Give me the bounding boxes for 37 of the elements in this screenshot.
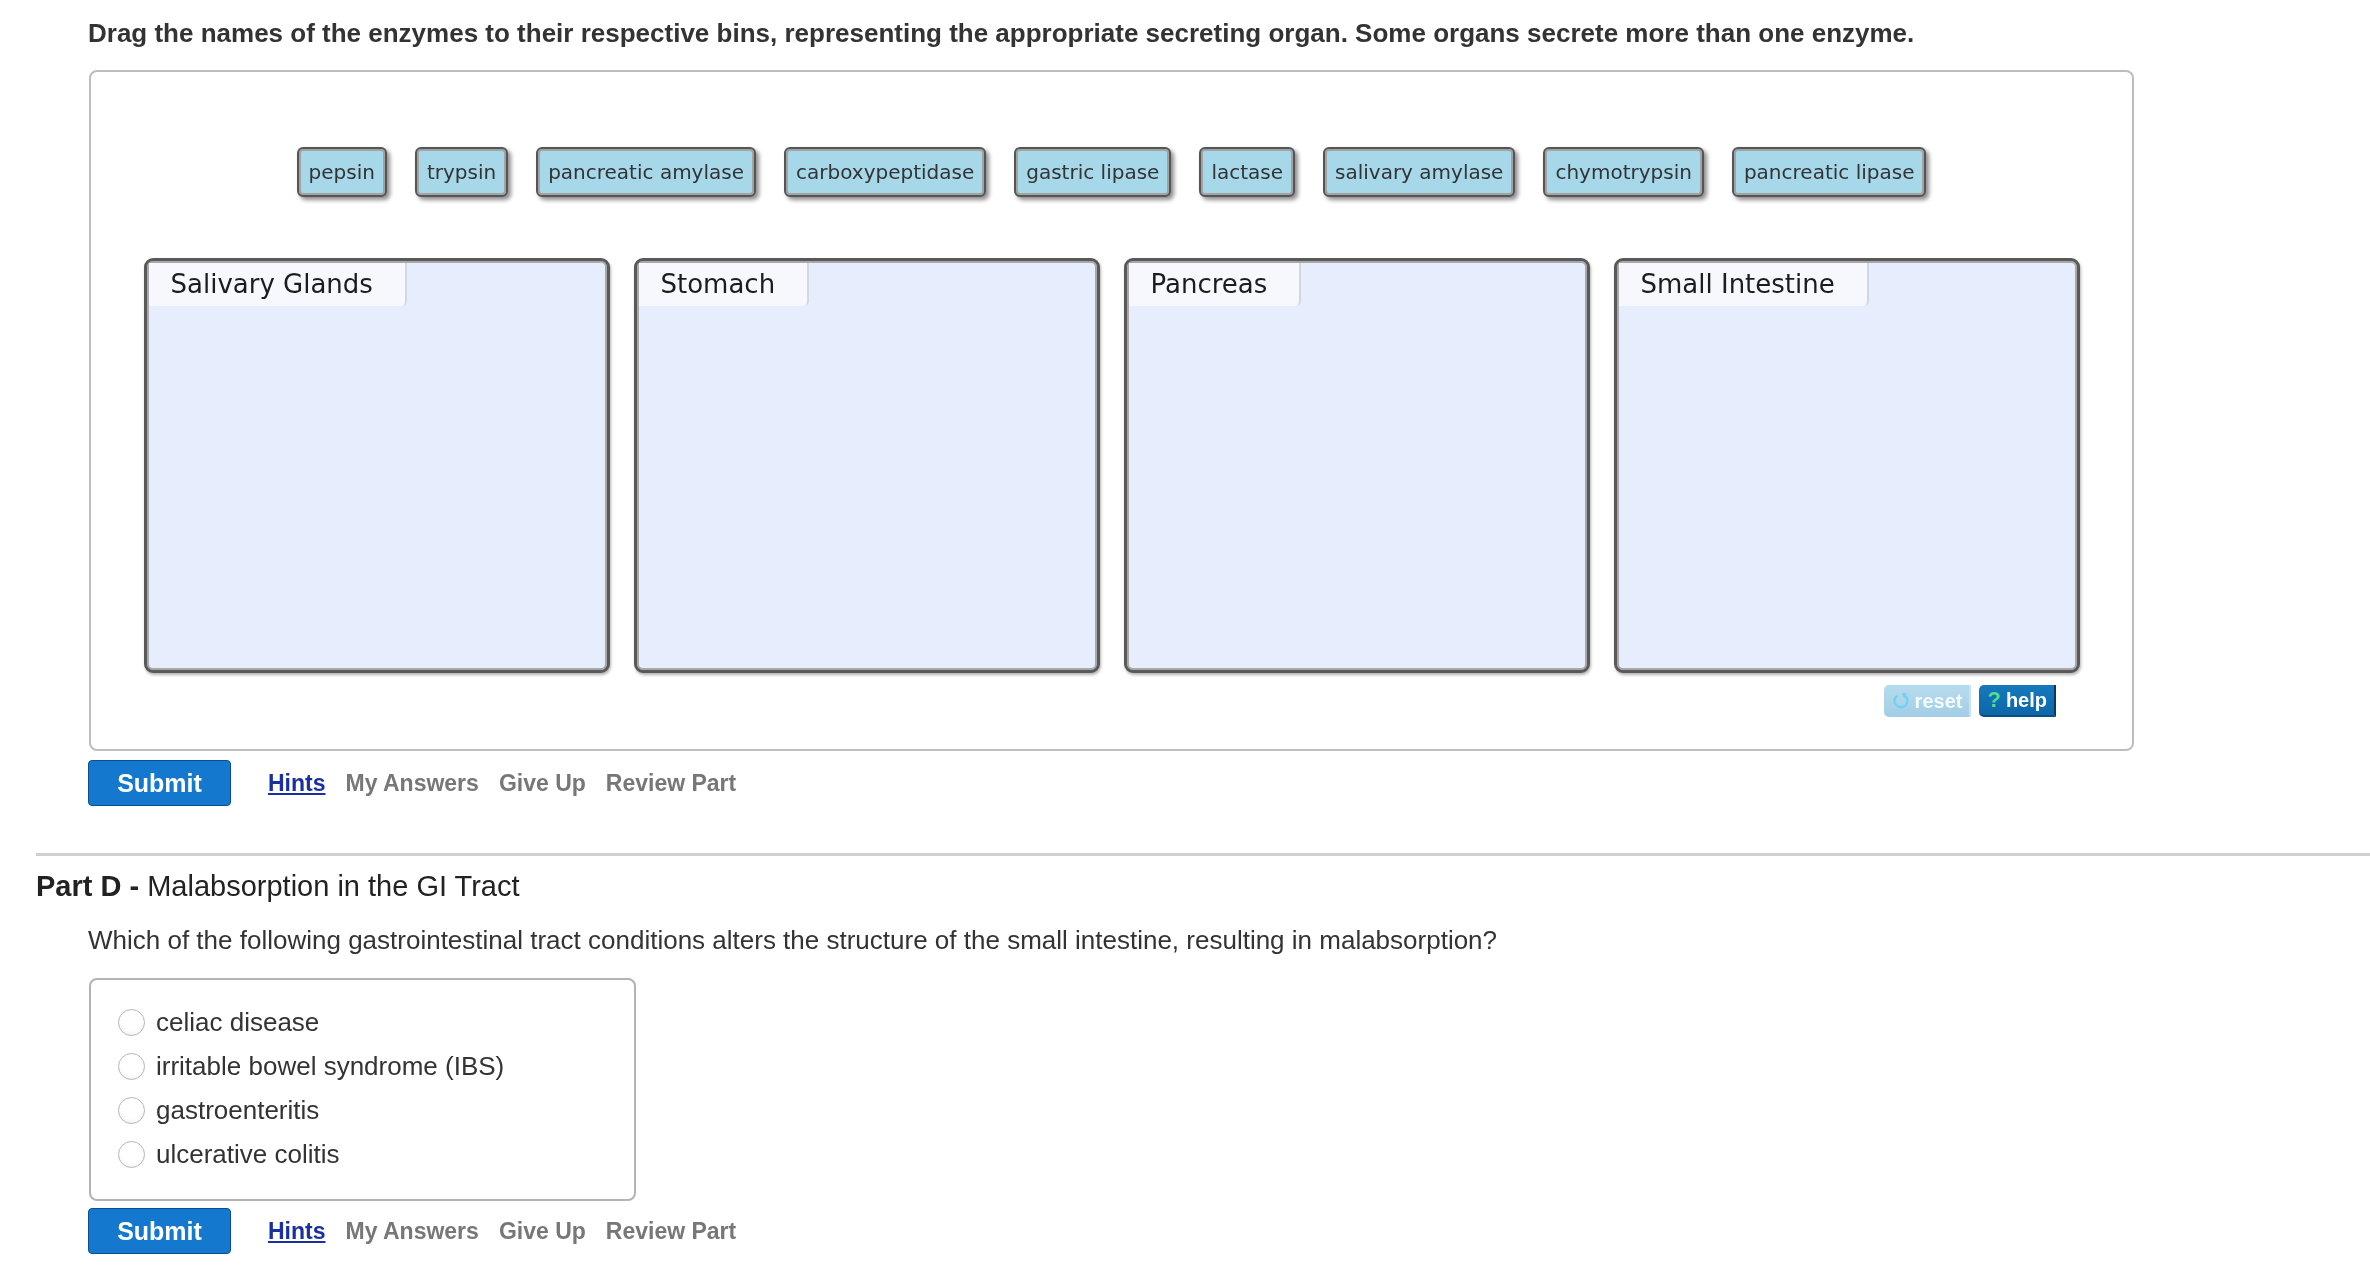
enzyme-tile[interactable]: trypsin — [414, 147, 509, 197]
option-label[interactable]: gastroenteritis — [156, 1094, 320, 1126]
question-text: Which of the following gastrointestinal tract conditions alters the structure of the small intestine, resulting in malabsorption? — [88, 925, 1499, 955]
enzyme-tile[interactable]: pepsin — [296, 147, 387, 197]
option-label[interactable]: irritable bowel syndrome (IBS) — [156, 1050, 505, 1082]
radio-button[interactable] — [118, 1096, 145, 1124]
bin-label: Pancreas — [1128, 263, 1302, 306]
action-link[interactable]: Hints — [268, 769, 326, 797]
submit-button[interactable]: Submit — [88, 760, 231, 806]
radio-button[interactable] — [118, 1140, 145, 1168]
enzyme-tile[interactable]: carboxypeptidase — [784, 147, 987, 197]
enzyme-tile[interactable]: chymotrypsin — [1543, 147, 1704, 197]
submit-button[interactable]: Submit — [88, 1208, 231, 1254]
enzyme-tile[interactable]: pancreatic amylase — [536, 147, 756, 197]
action-link[interactable]: Give Up — [498, 1217, 586, 1245]
action-link[interactable]: Give Up — [498, 769, 586, 797]
enzyme-tile[interactable]: lactase — [1199, 147, 1295, 197]
enzyme-tile[interactable]: salivary amylase — [1323, 147, 1516, 197]
bin-label: Small Intestine — [1618, 263, 1869, 306]
part-heading: Part D - Malabsorption in the GI Tract — [36, 870, 521, 903]
enzyme-tile[interactable]: pancreatic lipase — [1731, 147, 1927, 197]
action-link[interactable]: My Answers — [345, 769, 479, 797]
option-label[interactable]: ulcerative colitis — [156, 1138, 340, 1170]
question-mark-icon: ? — [1987, 689, 2001, 711]
action-link[interactable]: My Answers — [345, 1217, 479, 1245]
enzyme-tile[interactable]: gastric lipase — [1014, 147, 1172, 197]
action-link[interactable]: Hints — [268, 1217, 326, 1245]
help-button[interactable]: ? help — [1979, 685, 2056, 717]
action-link[interactable]: Review Part — [605, 1217, 737, 1245]
bin-label: Salivary Glands — [148, 263, 407, 306]
radio-button[interactable] — [118, 1052, 145, 1080]
radio-button[interactable] — [118, 1008, 145, 1036]
option-label[interactable]: celiac disease — [156, 1006, 320, 1038]
circular-arrow-icon — [1891, 692, 1910, 710]
instruction-text: Drag the names of the enzymes to their respective bins, representing the appropriate secreting organ. Some organs secrete more than one enzyme. — [88, 18, 1916, 48]
action-link[interactable]: Review Part — [605, 769, 737, 797]
bin-label: Stomach — [638, 263, 810, 306]
